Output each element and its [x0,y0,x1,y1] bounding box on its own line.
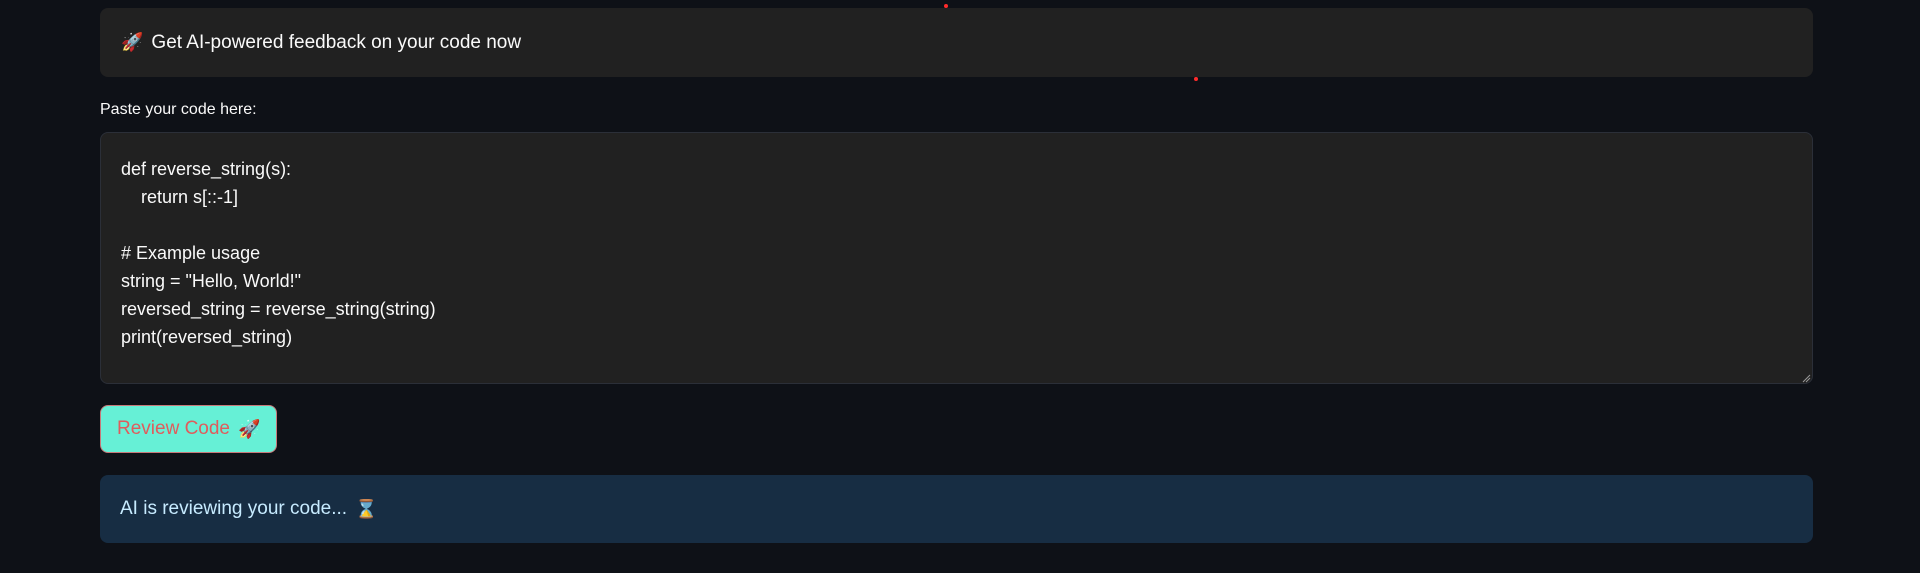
rocket-icon: 🚀 [121,32,144,52]
status-info-box: AI is reviewing your code... ⌛ [100,475,1813,543]
indicator-dot [1194,77,1198,81]
code-input-label: Paste your code here: [100,101,257,118]
banner-text: Get AI-powered feedback on your code now [151,31,522,53]
feedback-banner: 🚀 Get AI-powered feedback on your code n… [100,8,1813,77]
review-code-button[interactable]: Review Code 🚀 [100,405,278,453]
status-text: AI is reviewing your code... [120,498,348,519]
rocket-icon: 🚀 [238,418,261,439]
hourglass-icon: ⌛ [355,498,378,519]
code-textarea[interactable]: def reverse_string(s): return s[::-1] # … [100,132,1813,384]
review-button-label: Review Code [117,418,230,439]
resize-handle-icon[interactable] [1801,373,1811,383]
indicator-dot [944,4,948,8]
